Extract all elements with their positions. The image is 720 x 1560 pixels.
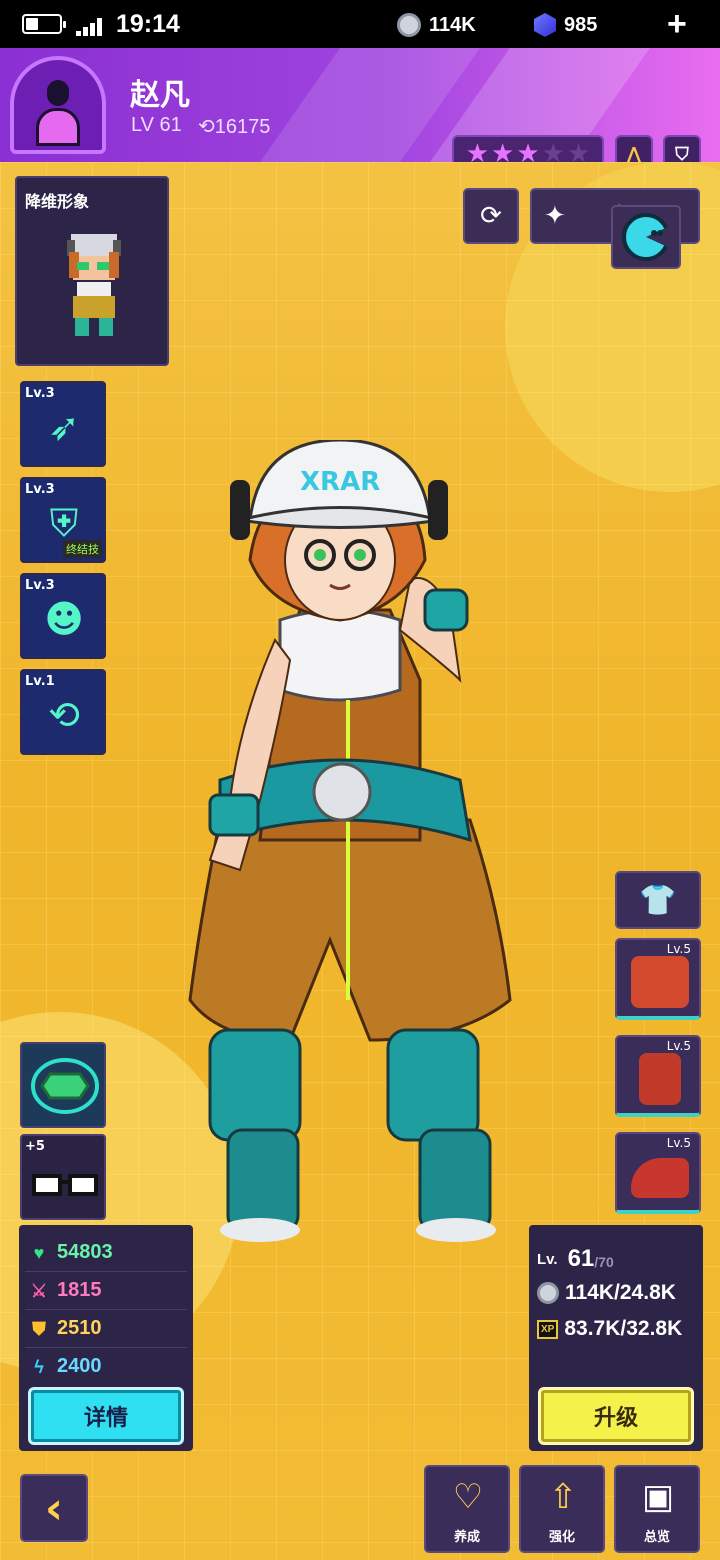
- level-value: 61: [567, 1245, 595, 1272]
- skill-slot-1[interactable]: Lv.3 ➶: [20, 381, 106, 467]
- skill-slot-2[interactable]: Lv.3 ⛨ 终结技: [20, 477, 106, 563]
- svg-text:XRAR: XRAR: [300, 467, 380, 497]
- equip-slot-vest[interactable]: Lv.5: [615, 1035, 701, 1117]
- clock: 19:14: [116, 10, 180, 38]
- avatar[interactable]: [10, 56, 106, 154]
- nav-label: 强化: [548, 1530, 575, 1545]
- star-rating: ★ ★ ★ ★ ★: [452, 135, 604, 162]
- level-max: /70: [594, 1254, 614, 1270]
- coin-cost-row: 114K/24.8K: [537, 1281, 676, 1305]
- skill-slot-4[interactable]: Lv.1 ⟲: [20, 669, 106, 755]
- heart-icon: ♡: [452, 1477, 484, 1517]
- equip-slot-belt[interactable]: Lv.5: [615, 938, 701, 1020]
- coin-icon: [537, 1282, 559, 1304]
- refresh-icon: ⟳: [480, 201, 502, 231]
- companion-pet-button[interactable]: [611, 205, 681, 269]
- rank-button[interactable]: ⋀: [615, 135, 653, 162]
- level-panel: Lv. 61 /70 114K/24.8K XP 83.7K/32.8K 升级: [529, 1225, 703, 1451]
- skill-tag: 终结技: [63, 540, 102, 558]
- skill-level: Lv.3: [25, 386, 55, 401]
- player-power: ⟲16175: [198, 114, 270, 139]
- battery-icon: [22, 14, 66, 34]
- nav-cultivate[interactable]: ♡ 养成: [424, 1465, 510, 1553]
- hp-value: 54803: [57, 1241, 113, 1263]
- belt-armor-icon: [631, 956, 689, 1008]
- player-header: ★ ★ ★ ★ ★ ⋀ ⛉: [0, 48, 720, 162]
- stat-hp: ♥ 54803: [29, 1241, 113, 1264]
- shield-icon: ⛊: [32, 1318, 46, 1339]
- nav-label: 养成: [453, 1530, 480, 1545]
- coin-amount: 114K: [429, 13, 476, 36]
- gear-enhance-level: +5: [25, 1139, 45, 1154]
- rocket-cycle-icon: ⟲: [48, 693, 80, 737]
- equip-level: Lv.5: [666, 1039, 691, 1053]
- lightning-icon: ϟ: [34, 1356, 44, 1377]
- upgrade-button[interactable]: 升级: [538, 1387, 694, 1445]
- stat-attack: ⚔ 1815: [29, 1279, 102, 1302]
- skill-slot-3[interactable]: Lv.3 ☻: [20, 573, 106, 659]
- xp-cost-row: XP 83.7K/32.8K: [537, 1317, 682, 1341]
- gem-balance[interactable]: 985: [534, 10, 597, 40]
- coin-cost: 114K/24.8K: [565, 1281, 676, 1304]
- signal-icon: [76, 18, 102, 36]
- gem-amount: 985: [564, 13, 598, 36]
- back-button[interactable]: ‹: [20, 1474, 88, 1542]
- pixel-card-title: 降维形象: [25, 192, 90, 211]
- green-gem-icon: [31, 1058, 99, 1114]
- gem-icon: [534, 13, 556, 37]
- stats-panel: ♥ 54803 ⚔ 1815 ⛊ 2510 ϟ 2400 详情: [19, 1225, 193, 1451]
- skill-level: Lv.3: [25, 482, 55, 497]
- skill-level: Lv.1: [25, 674, 55, 689]
- sword-icon: ⚔: [30, 1280, 48, 1301]
- glasses-icon: [32, 1174, 98, 1196]
- nav-label: 总览: [643, 1530, 670, 1545]
- add-currency-button[interactable]: +: [667, 7, 687, 41]
- shield-badge-button[interactable]: ⛉: [663, 135, 701, 162]
- xp-icon: XP: [537, 1319, 559, 1339]
- pixel-character-icon: [67, 234, 121, 336]
- shirt-icon: 👕: [639, 882, 677, 918]
- player-name: 赵凡: [130, 78, 190, 113]
- stat-defense: ⛊ 2510: [29, 1317, 102, 1340]
- speed-value: 2400: [57, 1355, 102, 1377]
- level-display: Lv. 61 /70: [537, 1245, 614, 1273]
- level-prefix: Lv.: [537, 1250, 558, 1268]
- shield-icon: ⛉: [675, 143, 689, 163]
- chip-upgrade-icon: ⇧: [548, 1477, 578, 1517]
- vest-icon: [639, 1053, 681, 1105]
- coin-balance[interactable]: 114K: [397, 10, 476, 40]
- attack-value: 1815: [57, 1279, 102, 1301]
- heartbeat-icon: ♥: [33, 1242, 45, 1263]
- pacman-pet-icon: [622, 213, 672, 261]
- status-bar: 19:14 114K 985 +: [0, 0, 720, 48]
- character-illustration: XRAR: [188, 440, 512, 1242]
- folder-pulse-icon: ▣: [641, 1477, 675, 1517]
- rank-icon: ⋀: [626, 143, 642, 163]
- defense-value: 2510: [57, 1317, 102, 1339]
- coin-icon: [397, 13, 421, 37]
- xp-cost: 83.7K/32.8K: [564, 1317, 683, 1340]
- nav-enhance[interactable]: ⇧ 强化: [519, 1465, 605, 1553]
- equip-level: Lv.5: [666, 1136, 691, 1150]
- pixel-avatar-card[interactable]: 降维形象: [15, 176, 169, 366]
- stat-speed: ϟ 2400: [29, 1355, 102, 1378]
- player-level: LV 61: [131, 114, 182, 136]
- gear-slot-gem[interactable]: [20, 1042, 106, 1128]
- details-button[interactable]: 详情: [28, 1387, 184, 1445]
- outfit-button[interactable]: 👕: [615, 871, 701, 929]
- feather-dart-icon: ➶: [48, 405, 80, 449]
- power-value: 16175: [214, 116, 271, 138]
- gear-slot-glasses[interactable]: +5: [20, 1134, 106, 1220]
- sparkle-icon: ✦: [544, 201, 566, 231]
- equip-level: Lv.5: [666, 942, 691, 956]
- robot-face-icon: ☻: [44, 597, 84, 641]
- power-icon: ⟲: [198, 116, 215, 138]
- boot-icon: [631, 1158, 689, 1198]
- equip-slot-boots[interactable]: Lv.5: [615, 1132, 701, 1214]
- chevron-left-icon: ‹: [44, 1482, 64, 1534]
- nav-overview[interactable]: ▣ 总览: [614, 1465, 700, 1553]
- refresh-button[interactable]: ⟳: [463, 188, 519, 244]
- skill-level: Lv.3: [25, 578, 55, 593]
